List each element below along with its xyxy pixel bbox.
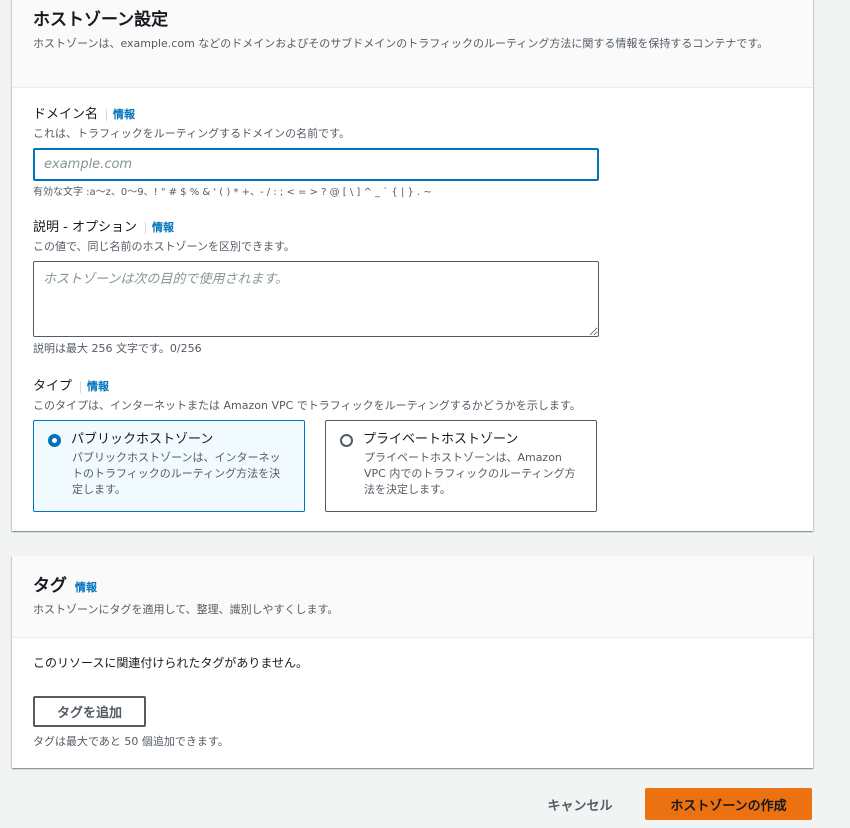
radio-selected-icon[interactable] (48, 433, 61, 447)
type-label: タイプ (33, 379, 73, 394)
tags-info-link[interactable]: 情報 (75, 579, 97, 595)
panel-header: タグ 情報 ホストゾーンにタグを適用して、整理、識別しやすくします。 (12, 556, 813, 638)
divider (106, 109, 108, 121)
divider (80, 381, 82, 393)
panel-title: ホストゾーン設定 (33, 10, 169, 30)
type-info-link[interactable]: 情報 (87, 378, 109, 396)
panel-description: ホストゾーンは、example.com などのドメインおよびそのサブドメインのト… (33, 37, 769, 50)
comment-constraint: 説明は最大 256 文字です。0/256 (33, 342, 202, 355)
comment-label: 説明 - オプション (33, 220, 137, 235)
comment-textarea[interactable] (33, 261, 599, 337)
hosted-zone-config-panel: ホストゾーン設定 ホストゾーンは、example.com などのドメインおよびそ… (12, 0, 813, 531)
domain-name-label: ドメイン名 (33, 107, 99, 122)
tags-description: ホストゾーンにタグを適用して、整理、識別しやすくします。 (33, 603, 339, 616)
domain-name-input[interactable] (33, 148, 599, 181)
tags-title: タグ (33, 576, 67, 596)
divider (144, 222, 146, 234)
cancel-button[interactable]: キャンセル (528, 788, 632, 820)
tile-description: プライベートホストゾーンは、Amazon VPC 内でのトラフィックのルーティン… (364, 451, 576, 496)
domain-name-constraint: 有効な文字 :a〜z、0〜9、! " # $ % & ' ( ) * +、- /… (33, 187, 432, 198)
private-hosted-zone-tile[interactable]: プライベートホストゾーン プライベートホストゾーンは、Amazon VPC 内で… (325, 420, 597, 512)
tile-title: プライベートホストゾーン (363, 432, 519, 447)
domain-name-field: ドメイン名 情報 これは、トラフィックをルーティングするドメインの名前です。 有… (33, 106, 599, 200)
tag-limit-text: タグは最大であと 50 個追加できます。 (33, 735, 229, 748)
comment-field: 説明 - オプション 情報 この値で、同じ名前のホストゾーンを区別できます。 説… (33, 219, 599, 356)
tile-title: パブリックホストゾーン (71, 432, 214, 447)
domain-info-link[interactable]: 情報 (113, 106, 135, 124)
type-description: このタイプは、インターネットまたは Amazon VPC でトラフィックをルーテ… (33, 399, 581, 412)
panel-header: ホストゾーン設定 ホストゾーンは、example.com などのドメインおよびそ… (12, 0, 813, 88)
type-field: タイプ 情報 このタイプは、インターネットまたは Amazon VPC でトラフ… (33, 378, 597, 512)
create-hosted-zone-button[interactable]: ホストゾーンの作成 (645, 788, 812, 820)
tile-description: パブリックホストゾーンは、インターネットのトラフィックのルーティング方法を決定し… (72, 451, 281, 496)
add-tag-button[interactable]: タグを追加 (33, 696, 146, 727)
domain-name-description: これは、トラフィックをルーティングするドメインの名前です。 (33, 127, 351, 140)
comment-info-link[interactable]: 情報 (152, 219, 174, 237)
public-hosted-zone-tile[interactable]: パブリックホストゾーン パブリックホストゾーンは、インターネットのトラフィックの… (33, 420, 305, 512)
radio-unselected-icon[interactable] (340, 433, 353, 447)
tags-empty-message: このリソースに関連付けられたタグがありません。 (33, 656, 309, 670)
type-tiles: パブリックホストゾーン パブリックホストゾーンは、インターネットのトラフィックの… (33, 420, 597, 512)
tags-panel: タグ 情報 ホストゾーンにタグを適用して、整理、識別しやすくします。 このリソー… (12, 556, 813, 768)
comment-description: この値で、同じ名前のホストゾーンを区別できます。 (33, 240, 295, 253)
